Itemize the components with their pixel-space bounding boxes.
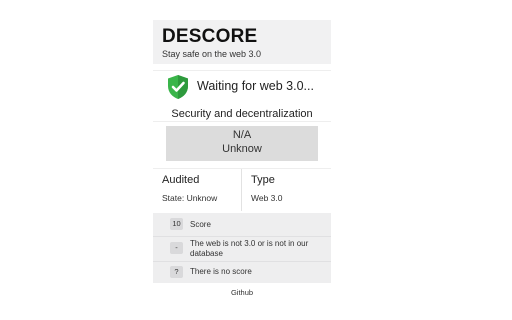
legend-item-not-web3: - The web is not 3.0 or is not in our da… (153, 236, 331, 262)
legend-text: The web is not 3.0 or is not in our data… (190, 239, 309, 258)
type-column: Type Web 3.0 (241, 169, 332, 211)
audited-title: Audited (162, 174, 200, 186)
header: DESCORE Stay safe on the web 3.0 (153, 20, 331, 64)
audited-value: State: Unknow (162, 193, 218, 203)
legend-badge: - (170, 242, 183, 254)
type-value: Web 3.0 (251, 193, 283, 203)
status-text: Waiting for web 3.0... (197, 79, 314, 93)
app-title: DESCORE (162, 26, 258, 47)
type-title: Type (251, 174, 275, 186)
app-tagline: Stay safe on the web 3.0 (162, 49, 262, 59)
legend: 10 Score - The web is not 3.0 or is not … (153, 213, 331, 283)
github-link[interactable]: Github (153, 288, 331, 297)
section-title: Security and decentralization (171, 108, 313, 120)
score-label: Unknow (222, 143, 262, 155)
legend-badge: 10 (170, 218, 183, 230)
legend-badge: ? (170, 266, 183, 278)
legend-item-score: 10 Score (153, 213, 331, 237)
info-grid: Audited State: Unknow Type Web 3.0 (153, 168, 331, 211)
legend-text: There is no score (190, 267, 252, 276)
audited-column: Audited State: Unknow (153, 169, 241, 211)
legend-text: Score (190, 220, 211, 229)
extension-popup: DESCORE Stay safe on the web 3.0 Waiting… (153, 20, 331, 300)
score-value: N/A (232, 129, 252, 141)
legend-item-no-score: ? There is no score (153, 261, 331, 283)
score-box: N/A Unknow (166, 126, 318, 161)
shield-check-icon (168, 75, 188, 99)
